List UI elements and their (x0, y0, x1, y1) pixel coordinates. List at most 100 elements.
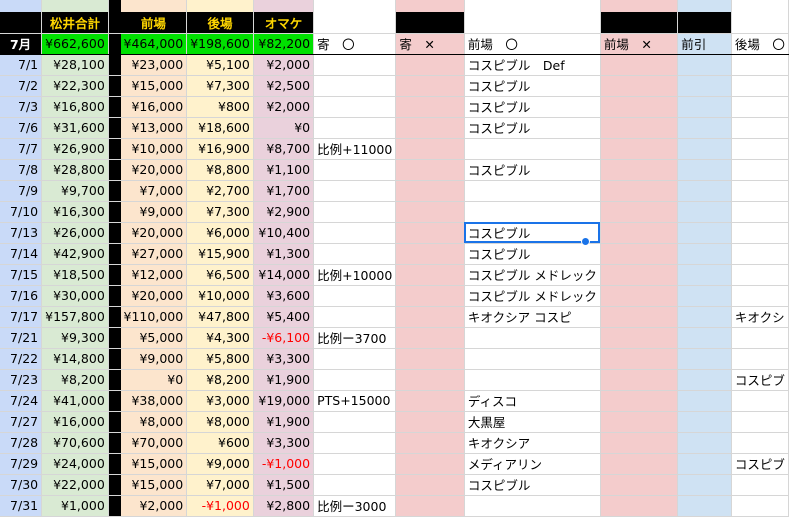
date-cell[interactable]: 7/16 (0, 285, 43, 307)
yori-ng-cell[interactable] (395, 96, 465, 118)
date-cell[interactable]: 7/15 (0, 264, 43, 286)
omake-cell[interactable]: ¥2,500 (253, 75, 315, 97)
yori-ng-cell[interactable] (395, 243, 465, 265)
date-cell[interactable]: 7/2 (0, 75, 43, 97)
zenba-ng-cell[interactable] (600, 348, 679, 370)
matsui-cell[interactable]: ¥70,600 (41, 432, 109, 454)
yori-ok-cell[interactable] (313, 369, 397, 391)
header-divider[interactable] (108, 12, 121, 34)
goba-cell[interactable]: ¥47,800 (186, 306, 254, 328)
goba-cell[interactable]: ¥7,000 (186, 474, 254, 496)
yori-ng-cell[interactable] (395, 54, 465, 76)
zenba-ok-cell[interactable]: 大黒屋 (464, 411, 601, 433)
goba-cell[interactable]: ¥8,200 (186, 369, 254, 391)
yori-ok-cell[interactable] (313, 453, 397, 475)
selection-fill-handle[interactable] (581, 237, 590, 246)
goba-ok-cell[interactable] (731, 348, 789, 370)
omake-cell[interactable]: ¥1,300 (253, 243, 315, 265)
zenba-cell[interactable]: ¥110,000 (120, 306, 188, 328)
zenba-ok-cell[interactable]: メディアリン (464, 453, 601, 475)
zenba-cell[interactable]: ¥8,000 (120, 411, 188, 433)
yori-ng-cell[interactable] (395, 264, 465, 286)
zenba-cell[interactable]: ¥9,000 (120, 348, 188, 370)
matsui-cell[interactable]: ¥14,800 (41, 348, 109, 370)
yori-ng-cell[interactable] (395, 432, 465, 454)
zenba-ok-cell[interactable]: コスピブル (464, 96, 601, 118)
maebiki-cell[interactable] (677, 348, 732, 370)
yori-ng-cell[interactable] (395, 348, 465, 370)
yori-ng-cell[interactable] (395, 285, 465, 307)
divider[interactable] (108, 33, 121, 55)
zenba-ng-cell[interactable] (600, 495, 679, 517)
zenba-ok-cell[interactable]: コスピブル メドレック (464, 264, 601, 286)
yori-ng-cell[interactable] (395, 201, 465, 223)
col-yori-ng[interactable]: 寄 ✕ (395, 33, 465, 55)
matsui-cell[interactable]: ¥41,000 (41, 390, 109, 412)
date-cell[interactable]: 7/17 (0, 306, 43, 328)
yori-ng-cell[interactable] (395, 495, 465, 517)
goba-cell[interactable]: ¥8,800 (186, 159, 254, 181)
zenba-ng-cell[interactable] (600, 75, 679, 97)
zenba-ng-cell[interactable] (600, 96, 679, 118)
goba-cell[interactable]: -¥1,000 (186, 495, 254, 517)
omake-cell[interactable]: ¥2,800 (253, 495, 315, 517)
goba-ok-cell[interactable] (731, 474, 789, 496)
zenba-cell[interactable]: ¥20,000 (120, 285, 188, 307)
maebiki-cell[interactable] (677, 54, 732, 76)
matsui-cell[interactable]: ¥9,700 (41, 180, 109, 202)
zenba-cell[interactable]: ¥27,000 (120, 243, 188, 265)
maebiki-cell[interactable] (677, 117, 732, 139)
matsui-cell[interactable]: ¥28,100 (41, 54, 109, 76)
col-yori-ok[interactable]: 寄 〇 (313, 33, 397, 55)
yori-ok-cell[interactable]: 比例ー3700 (313, 327, 397, 349)
zenba-cell[interactable]: ¥16,000 (120, 96, 188, 118)
matsui-cell[interactable]: ¥9,300 (41, 327, 109, 349)
omake-cell[interactable]: ¥3,300 (253, 348, 315, 370)
date-cell[interactable]: 7/6 (0, 117, 43, 139)
zenba-ng-cell[interactable] (600, 201, 679, 223)
omake-cell[interactable]: ¥2,000 (253, 96, 315, 118)
yori-ng-cell[interactable] (395, 474, 465, 496)
goba-cell[interactable]: ¥6,500 (186, 264, 254, 286)
yori-ng-cell[interactable] (395, 117, 465, 139)
date-cell[interactable]: 7/30 (0, 474, 43, 496)
maebiki-cell[interactable] (677, 138, 732, 160)
maebiki-cell[interactable] (677, 75, 732, 97)
omake-cell[interactable]: ¥8,700 (253, 138, 315, 160)
omake-cell[interactable]: ¥19,000 (253, 390, 315, 412)
yori-ok-cell[interactable] (313, 411, 397, 433)
zenba-ok-cell[interactable]: コスピブル (464, 243, 601, 265)
maebiki-cell[interactable] (677, 264, 732, 286)
omake-cell[interactable]: ¥1,500 (253, 474, 315, 496)
matsui-cell[interactable]: ¥16,300 (41, 201, 109, 223)
date-cell[interactable]: 7/9 (0, 180, 43, 202)
zenba-cell[interactable]: ¥12,000 (120, 264, 188, 286)
omake-cell[interactable]: -¥1,000 (253, 453, 315, 475)
yori-ok-cell[interactable] (313, 285, 397, 307)
zenba-ng-cell[interactable] (600, 327, 679, 349)
zenba-ng-cell[interactable] (600, 264, 679, 286)
goba-ok-cell[interactable] (731, 75, 789, 97)
yori-ng-cell[interactable] (395, 138, 465, 160)
zenba-ng-cell[interactable] (600, 54, 679, 76)
matsui-cell[interactable]: ¥42,900 (41, 243, 109, 265)
maebiki-cell[interactable] (677, 222, 732, 244)
goba-cell[interactable]: ¥16,900 (186, 138, 254, 160)
zenba-ok-cell[interactable]: キオクシア (464, 432, 601, 454)
goba-ok-cell[interactable] (731, 390, 789, 412)
maebiki-cell[interactable] (677, 474, 732, 496)
date-cell[interactable]: 7/7 (0, 138, 43, 160)
goba-ok-cell[interactable] (731, 138, 789, 160)
date-cell[interactable]: 7/29 (0, 453, 43, 475)
goba-ok-cell[interactable] (731, 117, 789, 139)
header-empty[interactable] (395, 12, 465, 34)
matsui-cell[interactable]: ¥1,000 (41, 495, 109, 517)
yori-ok-cell[interactable] (313, 159, 397, 181)
omake-cell[interactable]: ¥1,700 (253, 180, 315, 202)
zenba-ng-cell[interactable] (600, 390, 679, 412)
yori-ok-cell[interactable]: 比例ー3000 (313, 495, 397, 517)
goba-ok-cell[interactable] (731, 96, 789, 118)
yori-ok-cell[interactable] (313, 75, 397, 97)
yori-ok-cell[interactable] (313, 306, 397, 328)
yori-ng-cell[interactable] (395, 159, 465, 181)
